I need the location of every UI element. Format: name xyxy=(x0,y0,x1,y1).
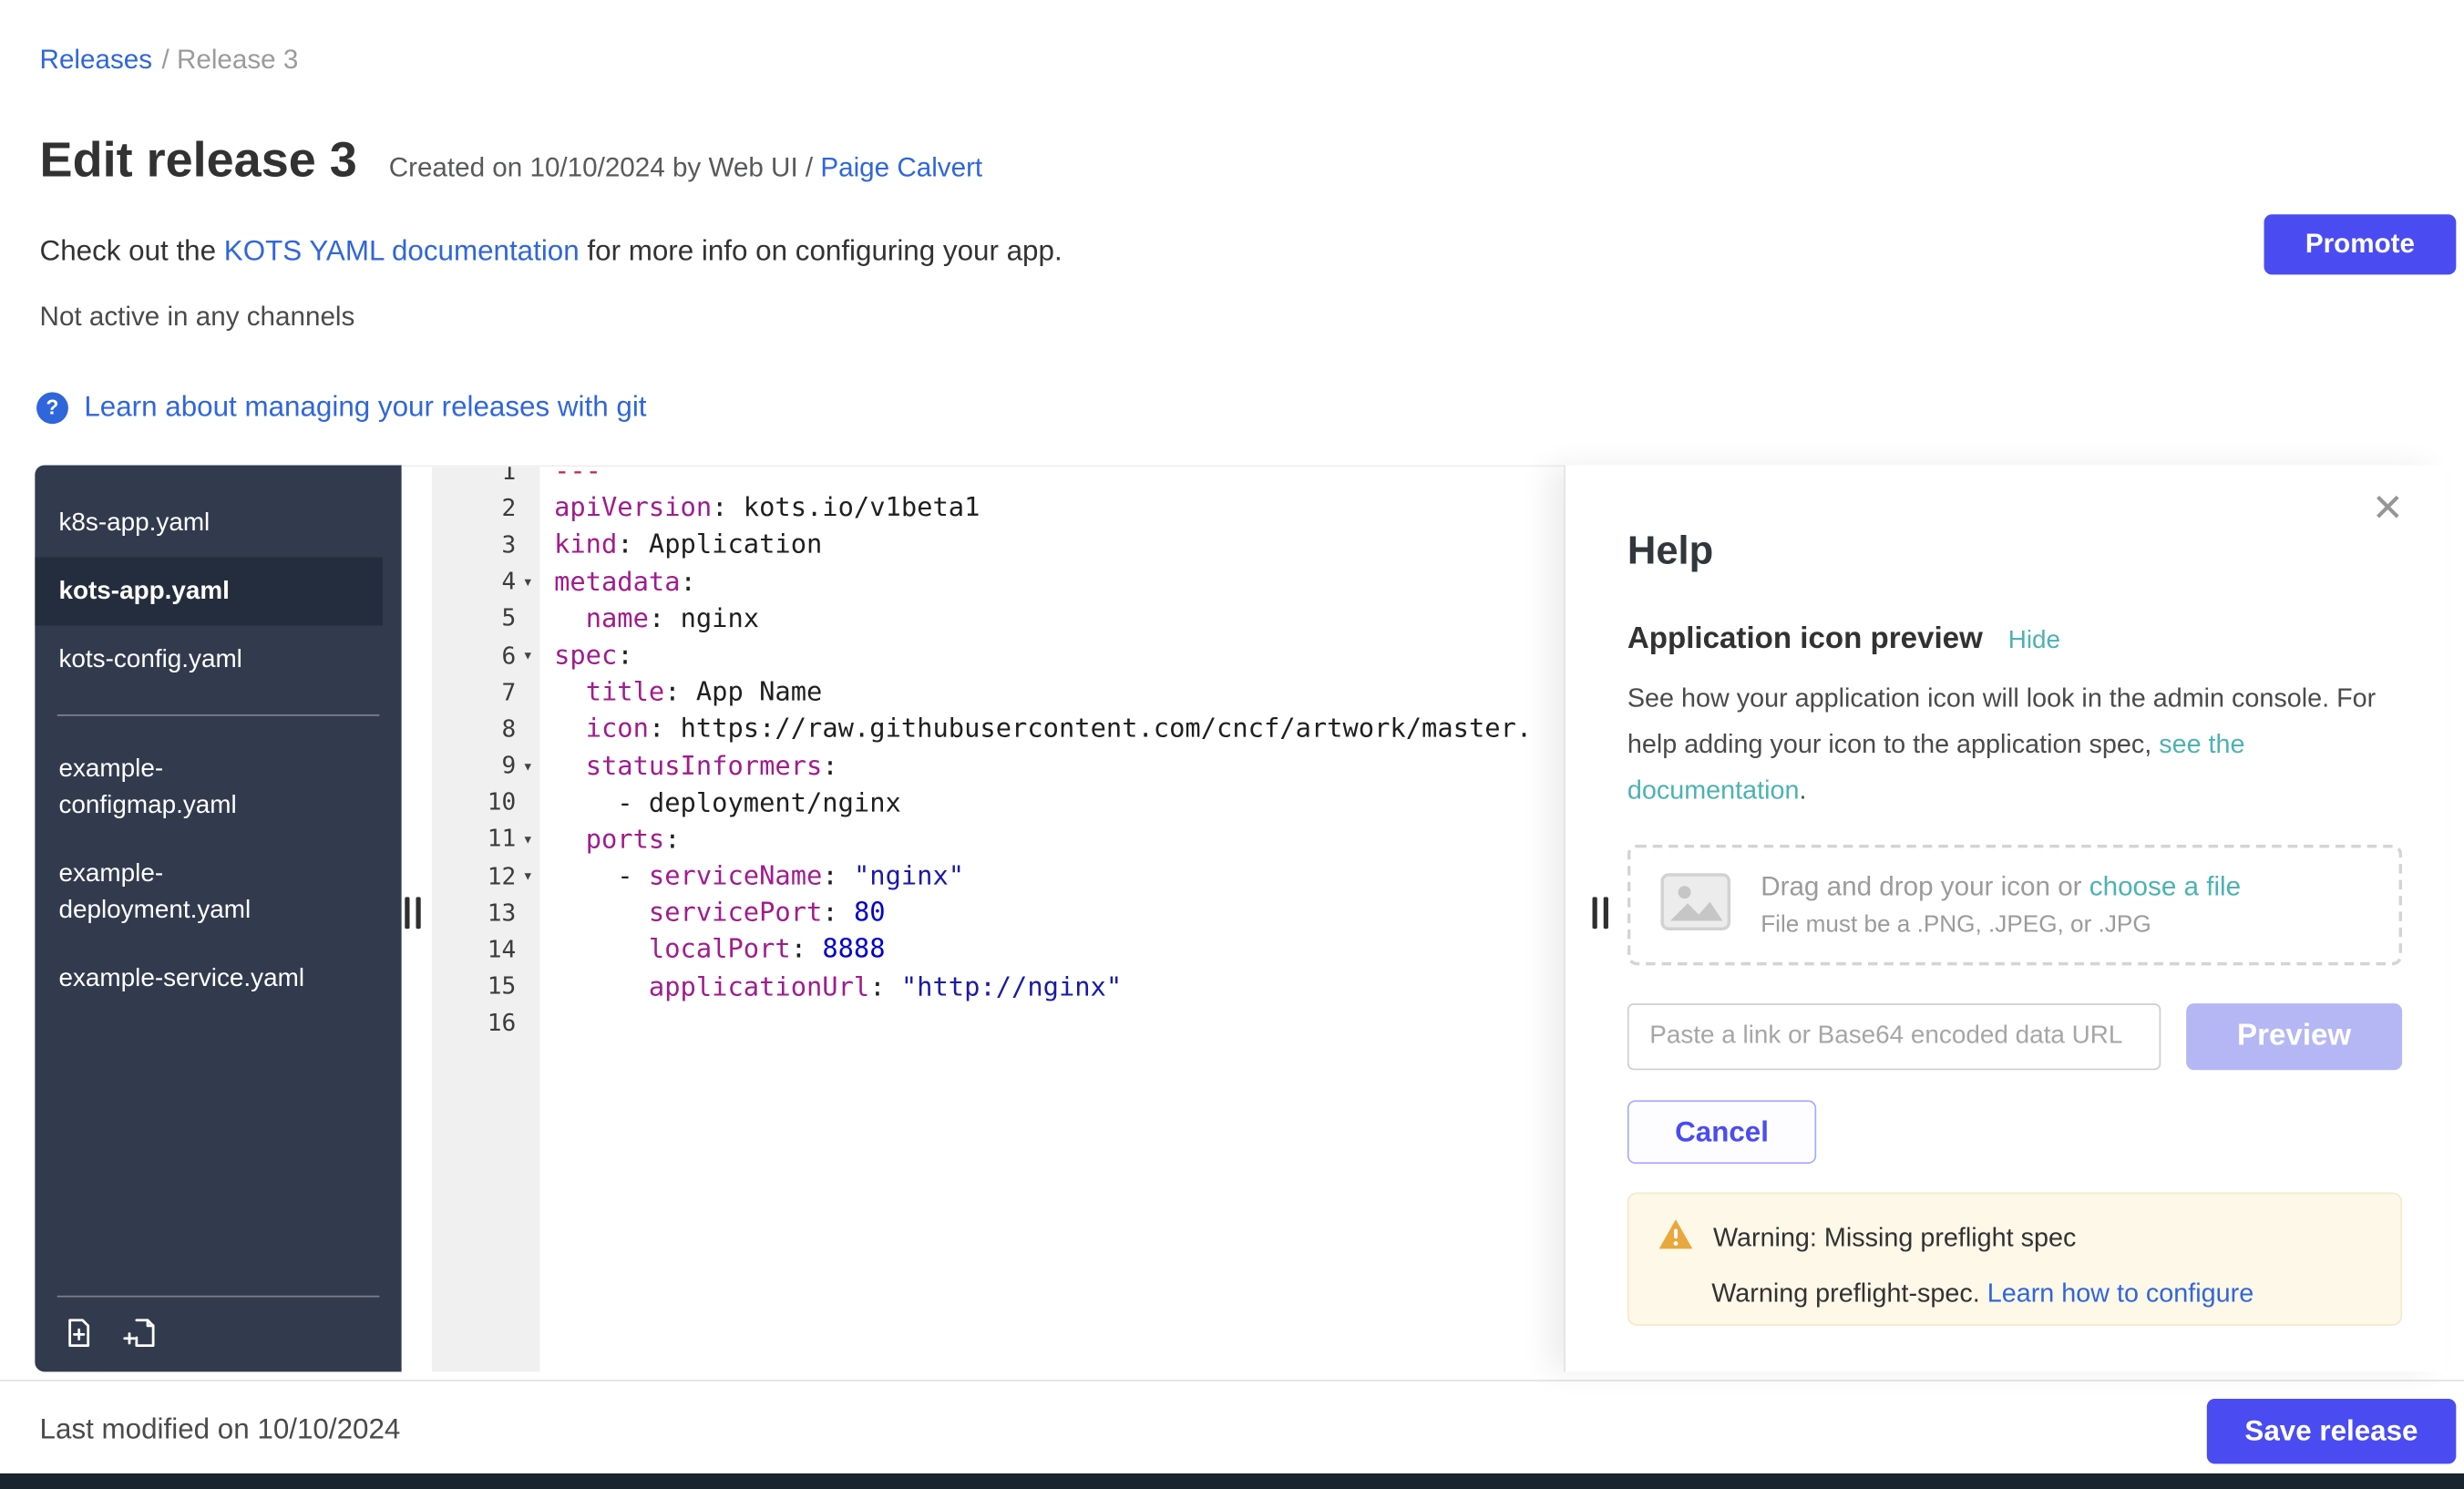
author-link[interactable]: Paige Calvert xyxy=(820,152,982,182)
warning-icon xyxy=(1658,1218,1694,1259)
gutter-line-7: 7 xyxy=(432,673,539,710)
editor-gutter: 1234▾56▾789▾1011▾12▾13141516 xyxy=(432,467,539,1042)
bottom-strip xyxy=(0,1474,2464,1489)
new-file-icon[interactable] xyxy=(122,1315,159,1351)
file-item-kots-config-yaml[interactable]: kots-config.yaml xyxy=(35,626,383,694)
doc-text-prefix: Check out the xyxy=(40,235,224,267)
gutter-line-5: 5 xyxy=(432,600,539,636)
file-list-divider xyxy=(57,714,380,715)
file-item-kots-app-yaml[interactable]: kots-app.yaml xyxy=(35,558,383,626)
icon-preview-section-header: Application icon preview Hide xyxy=(1627,622,2401,657)
gutter-line-8: 8 xyxy=(432,710,539,746)
fold-arrow-icon[interactable]: ▾ xyxy=(516,755,539,776)
hide-link[interactable]: Hide xyxy=(2008,627,2060,655)
last-modified-text: Last modified on 10/10/2024 xyxy=(40,1413,401,1447)
dropzone-text-prefix: Drag and drop your icon or xyxy=(1761,872,2089,902)
file-sidebar: k8s-app.yamlkots-app.yamlkots-config.yam… xyxy=(35,465,401,1371)
save-release-button[interactable]: Save release xyxy=(2207,1399,2457,1463)
preflight-warning-box: Warning: Missing preflight spec Warning … xyxy=(1627,1193,2402,1326)
question-icon: ? xyxy=(36,391,68,423)
doc-text-suffix: for more info on configuring your app. xyxy=(580,235,1063,267)
file-list: k8s-app.yamlkots-app.yamlkots-config.yam… xyxy=(35,465,401,1295)
close-icon[interactable]: ✕ xyxy=(2372,490,2404,529)
gutter-line-15: 15 xyxy=(432,968,539,1004)
created-line: Created on 10/10/2024 by Web UI / Paige … xyxy=(389,152,982,184)
breadcrumb: Releases / Release 3 xyxy=(40,45,299,77)
image-placeholder-icon xyxy=(1659,869,1732,940)
file-item-example-service-yaml[interactable]: example-service.yaml xyxy=(35,945,383,1013)
gutter-line-4: 4▾ xyxy=(432,563,539,600)
fold-arrow-icon[interactable]: ▾ xyxy=(516,571,539,592)
icon-url-row: Preview xyxy=(1627,1003,2402,1070)
gutter-line-11: 11▾ xyxy=(432,821,539,857)
fold-arrow-icon[interactable]: ▾ xyxy=(516,828,539,849)
sidebar-resize-handle[interactable] xyxy=(405,897,426,929)
breadcrumb-current: / Release 3 xyxy=(161,45,298,75)
file-item-example-configmap-yaml[interactable]: example-configmap.yaml xyxy=(35,734,383,840)
file-item-k8s-app-yaml[interactable]: k8s-app.yaml xyxy=(35,489,383,558)
icon-preview-description: See how your application icon will look … xyxy=(1627,676,2393,815)
gutter-line-10: 10 xyxy=(432,784,539,820)
cancel-button[interactable]: Cancel xyxy=(1627,1101,1816,1165)
warning-body: Warning preflight-spec. Learn how to con… xyxy=(1711,1279,2372,1309)
file-item-example-deployment-yaml[interactable]: example-deployment.yaml xyxy=(35,840,383,946)
workspace: k8s-app.yamlkots-app.yamlkots-config.yam… xyxy=(35,465,2445,1371)
fold-arrow-icon[interactable]: ▾ xyxy=(516,644,539,665)
description-period: . xyxy=(1799,776,1806,805)
warning-title: Warning: Missing preflight spec xyxy=(1713,1224,2076,1254)
dropzone-hint: File must be a .PNG, .JPEG, or .JPG xyxy=(1761,911,2241,939)
page: Releases / Release 3 Edit release 3 Creat… xyxy=(0,0,2464,1489)
warning-header: Warning: Missing preflight spec xyxy=(1658,1218,2372,1259)
gutter-line-1: 1 xyxy=(432,467,539,489)
gutter-line-6: 6▾ xyxy=(432,637,539,673)
choose-file-link[interactable]: choose a file xyxy=(2089,872,2241,902)
upload-file-icon[interactable] xyxy=(60,1315,97,1351)
dropzone-text: Drag and drop your icon or choose a file xyxy=(1761,872,2241,902)
description-text: See how your application icon will look … xyxy=(1627,684,2376,759)
kots-yaml-doc-link[interactable]: KOTS YAML documentation xyxy=(224,235,580,267)
footer-divider xyxy=(0,1380,2464,1381)
title-row: Edit release 3 Created on 10/10/2024 by … xyxy=(40,133,983,187)
gutter-line-13: 13 xyxy=(432,894,539,930)
help-title: Help xyxy=(1627,529,2401,575)
git-help-row: ? Learn about managing your releases wit… xyxy=(36,391,646,425)
gutter-line-12: 12▾ xyxy=(432,857,539,894)
icon-preview-title: Application icon preview xyxy=(1627,622,1983,657)
gutter-line-9: 9▾ xyxy=(432,747,539,784)
icon-url-input[interactable] xyxy=(1627,1003,2161,1070)
preview-button[interactable]: Preview xyxy=(2186,1003,2402,1070)
editor-gutter-column: 1234▾56▾789▾1011▾12▾13141516 xyxy=(432,467,539,1371)
gutter-line-2: 2 xyxy=(432,489,539,526)
gutter-line-14: 14 xyxy=(432,931,539,968)
gutter-line-3: 3 xyxy=(432,526,539,562)
fold-arrow-icon[interactable]: ▾ xyxy=(516,866,539,887)
channel-status: Not active in any channels xyxy=(40,302,355,334)
created-text: Created on 10/10/2024 by Web UI / xyxy=(389,152,821,182)
help-panel: ✕ Help Application icon preview Hide See… xyxy=(1564,465,2445,1371)
gutter-line-16: 16 xyxy=(432,1005,539,1042)
learn-configure-link[interactable]: Learn how to configure xyxy=(1987,1279,2254,1308)
icon-dropzone[interactable]: Drag and drop your icon or choose a file… xyxy=(1627,845,2402,965)
sidebar-bottom-toolbar xyxy=(57,1296,380,1372)
warning-body-text: Warning preflight-spec. xyxy=(1711,1279,1987,1308)
page-title: Edit release 3 xyxy=(40,133,357,187)
help-panel-resize-handle[interactable] xyxy=(1593,897,1615,929)
git-releases-link[interactable]: Learn about managing your releases with … xyxy=(84,391,646,425)
breadcrumb-releases-link[interactable]: Releases xyxy=(40,45,152,75)
promote-button[interactable]: Promote xyxy=(2264,214,2457,274)
doc-row: Check out the KOTS YAML documentation fo… xyxy=(40,235,1063,269)
